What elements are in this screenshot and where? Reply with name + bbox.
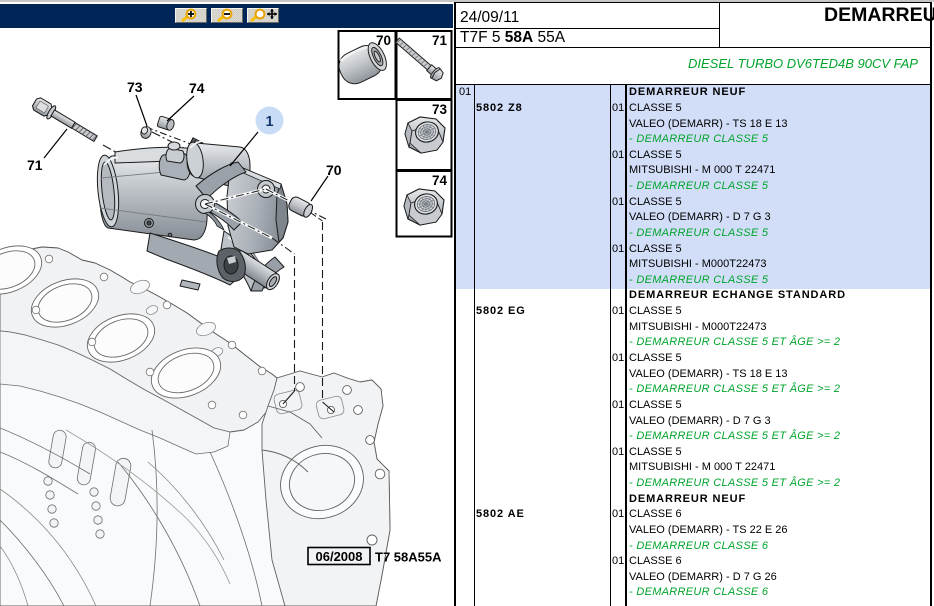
svg-text:71: 71 [432,33,448,48]
svg-text:1: 1 [265,114,273,130]
svg-text:T7 58A55A: T7 58A55A [375,550,442,565]
svg-text:74: 74 [432,173,448,188]
svg-text:73: 73 [432,102,448,117]
svg-text:71: 71 [27,157,43,173]
svg-text:70: 70 [326,162,342,178]
svg-text:73: 73 [127,79,143,95]
svg-text:06/2008: 06/2008 [316,549,363,564]
svg-text:74: 74 [189,80,205,96]
